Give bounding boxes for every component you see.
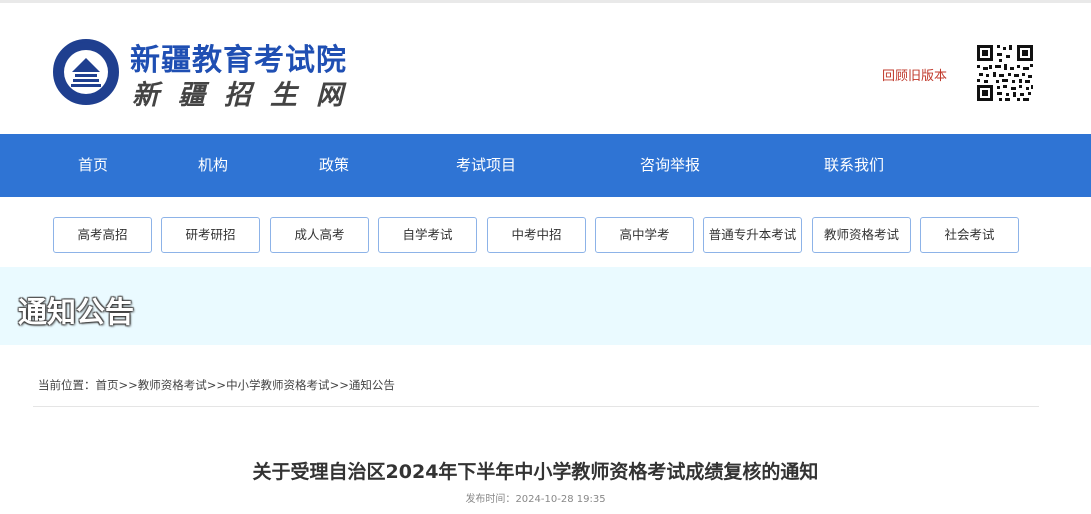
breadcrumb-item-notices[interactable]: 通知公告 [349, 378, 395, 392]
old-version-link[interactable]: 回顾旧版本 [882, 65, 947, 84]
nav-item-organization[interactable]: 机构 [198, 134, 228, 197]
category-graduate-exam[interactable]: 研考研招 [161, 217, 260, 253]
breadcrumb-separator: >> [118, 378, 138, 392]
publish-info: 发布时间：2024-10-28 19:35 [0, 490, 1071, 505]
nav-item-home[interactable]: 首页 [78, 134, 108, 197]
site-logo[interactable] [53, 39, 119, 105]
breadcrumb-item-teacher-exam[interactable]: 教师资格考试 [138, 378, 207, 392]
category-gaokao[interactable]: 高考高招 [53, 217, 152, 253]
breadcrumb-item-home[interactable]: 首页 [96, 378, 119, 392]
site-subtitle: 新疆招生网 [132, 80, 362, 111]
main-navigation: 首页 机构 政策 考试项目 咨询举报 联系我们 [0, 134, 1091, 197]
section-banner: 通知公告 [0, 267, 1091, 345]
category-adult-exam[interactable]: 成人高考 [270, 217, 369, 253]
category-zhongkao[interactable]: 中考中招 [487, 217, 586, 253]
breadcrumb: 当前位置：首页>>教师资格考试>>中小学教师资格考试>>通知公告 [38, 377, 395, 393]
logo-emblem-icon [71, 58, 101, 87]
exam-category-bar: 高考高招 研考研招 成人高考 自学考试 中考中招 高中学考 普通专升本考试 教师… [0, 197, 1091, 267]
site-header: 新疆教育考试院 新疆招生网 回顾旧版本 [0, 3, 1091, 134]
category-self-study-exam[interactable]: 自学考试 [378, 217, 477, 253]
breadcrumb-separator: >> [206, 378, 227, 392]
breadcrumb-prefix: 当前位置： [38, 378, 96, 392]
nav-item-policy[interactable]: 政策 [319, 134, 349, 197]
breadcrumb-divider [33, 406, 1039, 407]
publish-label: 发布时间： [465, 494, 516, 505]
category-teacher-qualification[interactable]: 教师资格考试 [812, 217, 911, 253]
article-title: 关于受理自治区2024年下半年中小学教师资格考试成绩复核的通知 [252, 461, 819, 483]
breadcrumb-item-primary-teacher-exam[interactable]: 中小学教师资格考试 [226, 378, 330, 392]
section-title: 通知公告 [18, 295, 135, 329]
qr-code-icon [975, 43, 1035, 103]
nav-item-contact-us[interactable]: 联系我们 [824, 134, 884, 197]
nav-item-consult-report[interactable]: 咨询举报 [640, 134, 700, 197]
category-social-exam[interactable]: 社会考试 [920, 217, 1019, 253]
nav-item-exam-projects[interactable]: 考试项目 [456, 134, 516, 197]
category-high-school-exam[interactable]: 高中学考 [595, 217, 694, 253]
breadcrumb-separator: >> [329, 378, 349, 392]
publish-time: 2024-10-28 19:35 [515, 494, 606, 505]
category-upgrade-exam[interactable]: 普通专升本考试 [703, 217, 802, 253]
